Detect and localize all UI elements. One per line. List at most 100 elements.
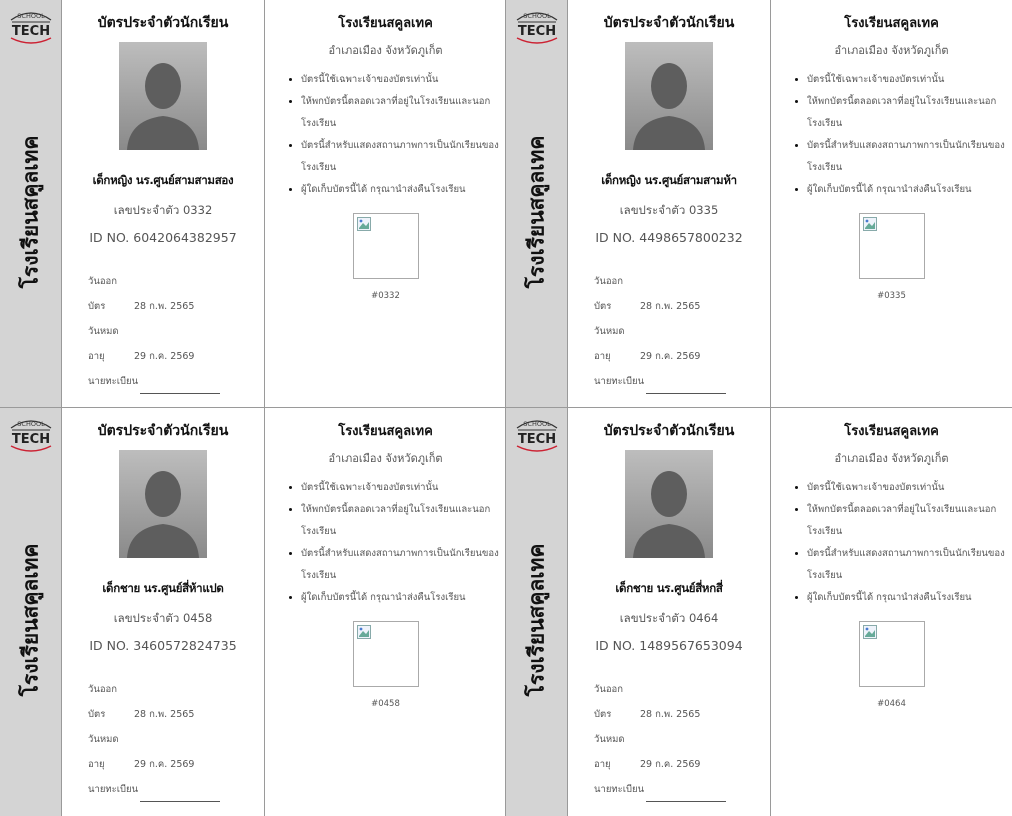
id-number: ID NO. 4498657800232 (595, 230, 743, 245)
card-back: โรงเรียนสคูลเทค อำเภอเมือง จังหวัดภูเก็ต… (771, 0, 1012, 408)
student-name: เด็กชาย นร.ศูนย์สี่หกสี่ (615, 581, 723, 595)
card-front: บัตรประจำตัวนักเรียน เด็กหญิง นร.ศูนย์สา… (568, 0, 771, 408)
broken-image-icon (356, 217, 371, 231)
rule-item: บัตรนี้สำหรับแสดงสถานภาพการเป็นนักเรียนข… (807, 543, 1012, 587)
rule-item: ให้พกบัตรนี้ตลอดเวลาที่อยู่ในโรงเรียนและ… (807, 91, 1012, 135)
qr-code-placeholder (352, 621, 419, 687)
svg-text:TECH: TECH (518, 432, 556, 447)
student-name: เด็กหญิง นร.ศูนย์สามสามห้า (601, 173, 737, 187)
card-code: #0464 (877, 699, 906, 709)
svg-text:TECH: TECH (12, 24, 50, 39)
school-location: อำเภอเมือง จังหวัดภูเก็ต (834, 44, 949, 57)
school-tech-logo: SCHOOL TECH (516, 420, 558, 452)
student-photo-placeholder (119, 42, 207, 150)
svg-text:SCHOOL: SCHOOL (17, 12, 45, 20)
rule-item: ให้พกบัตรนี้ตลอดเวลาที่อยู่ในโรงเรียนและ… (807, 499, 1012, 543)
signature-line (140, 393, 221, 394)
expiry-date: 29 ก.ค. 2569 (640, 759, 701, 770)
svg-text:TECH: TECH (518, 24, 556, 39)
svg-text:TECH: TECH (12, 432, 50, 447)
id-number: ID NO. 3460572824735 (89, 638, 237, 653)
vertical-school-name: โรงเรียนสคูลเทค (18, 135, 43, 289)
card-front: บัตรประจำตัวนักเรียน เด็กชาย นร.ศูนย์สี่… (568, 408, 771, 816)
signature-line (140, 801, 221, 802)
svg-text:SCHOOL: SCHOOL (17, 420, 45, 428)
student-name: เด็กชาย นร.ศูนย์สี่ห้าแปด (102, 581, 224, 595)
id-number: ID NO. 6042064382957 (89, 230, 237, 245)
card-divider-vertical (505, 0, 506, 816)
school-tech-logo: SCHOOL TECH (10, 420, 52, 452)
id-number: ID NO. 1489567653094 (595, 638, 743, 653)
card-rules: บัตรนี้ใช้เฉพาะเจ้าของบัตรเท่านั้น ให้พก… (285, 477, 506, 609)
card-side-strip: SCHOOL TECH โรงเรียนสคูลเทค (506, 0, 568, 408)
school-location: อำเภอเมือง จังหวัดภูเก็ต (328, 452, 443, 465)
issue-date-label: วันออกบัตร (594, 276, 623, 312)
card-title: บัตรประจำตัวนักเรียน (603, 423, 735, 439)
school-location: อำเภอเมือง จังหวัดภูเก็ต (328, 44, 443, 57)
expiry-date-label: วันหมดอายุ (594, 326, 625, 362)
card-number: เลขประจำตัว 0332 (113, 203, 213, 217)
expiry-date: 29 ก.ค. 2569 (134, 759, 195, 770)
card-side-strip: SCHOOL TECH โรงเรียนสคูลเทค (0, 408, 62, 816)
student-photo-placeholder (625, 42, 713, 150)
card-number: เลขประจำตัว 0464 (619, 611, 719, 625)
card-title: บัตรประจำตัวนักเรียน (97, 15, 229, 31)
student-photo-placeholder (119, 450, 207, 558)
signature-line (646, 393, 727, 394)
card-rules: บัตรนี้ใช้เฉพาะเจ้าของบัตรเท่านั้น ให้พก… (791, 477, 1012, 609)
student-card: SCHOOL TECH โรงเรียนสคูลเทค บัตรประจำตัว… (0, 0, 506, 408)
card-back: โรงเรียนสคูลเทค อำเภอเมือง จังหวัดภูเก็ต… (265, 408, 506, 816)
card-number: เลขประจำตัว 0335 (619, 203, 719, 217)
rule-item: บัตรนี้สำหรับแสดงสถานภาพการเป็นนักเรียนข… (807, 135, 1012, 179)
student-photo-placeholder (625, 450, 713, 558)
rule-item: ผู้ใดเก็บบัตรนี้ได้ กรุณานำส่งคืนโรงเรีย… (807, 179, 1012, 201)
card-code: #0332 (371, 291, 400, 301)
card-front: บัตรประจำตัวนักเรียน เด็กชาย นร.ศูนย์สี่… (62, 408, 265, 816)
signature-line (646, 801, 727, 802)
expiry-date-label: วันหมดอายุ (594, 734, 625, 770)
registrar-label: นายทะเบียน (88, 784, 139, 795)
school-name: โรงเรียนสคูลเทค (844, 424, 939, 439)
school-tech-logo: SCHOOL TECH (10, 12, 52, 44)
issue-date-label: วันออกบัตร (88, 276, 117, 312)
card-rules: บัตรนี้ใช้เฉพาะเจ้าของบัตรเท่านั้น ให้พก… (285, 69, 506, 201)
student-card: SCHOOL TECH โรงเรียนสคูลเทค บัตรประจำตัว… (506, 408, 1012, 816)
card-dates: วันออกบัตร 28 ก.พ. 2565 วันหมดอายุ 29 ก.ค.… (88, 677, 264, 802)
svg-text:SCHOOL: SCHOOL (523, 12, 551, 20)
card-title: บัตรประจำตัวนักเรียน (603, 15, 735, 31)
card-dates: วันออกบัตร 28 ก.พ. 2565 วันหมดอายุ 29 ก.ค.… (88, 269, 264, 394)
rule-item: บัตรนี้ใช้เฉพาะเจ้าของบัตรเท่านั้น (301, 69, 506, 91)
card-back: โรงเรียนสคูลเทค อำเภอเมือง จังหวัดภูเก็ต… (265, 0, 506, 408)
svg-text:SCHOOL: SCHOOL (523, 420, 551, 428)
expiry-date: 29 ก.ค. 2569 (640, 351, 701, 362)
broken-image-icon (862, 625, 877, 639)
school-name: โรงเรียนสคูลเทค (338, 16, 433, 31)
issue-date: 28 ก.พ. 2565 (640, 709, 701, 720)
card-rules: บัตรนี้ใช้เฉพาะเจ้าของบัตรเท่านั้น ให้พก… (791, 69, 1012, 201)
rule-item: ให้พกบัตรนี้ตลอดเวลาที่อยู่ในโรงเรียนและ… (301, 499, 506, 543)
issue-date-label: วันออกบัตร (594, 684, 623, 720)
registrar-label: นายทะเบียน (594, 784, 645, 795)
card-code: #0335 (877, 291, 906, 301)
vertical-school-name: โรงเรียนสคูลเทค (524, 135, 549, 289)
rule-item: ผู้ใดเก็บบัตรนี้ได้ กรุณานำส่งคืนโรงเรีย… (807, 587, 1012, 609)
student-name: เด็กหญิง นร.ศูนย์สามสามสอง (92, 173, 234, 187)
vertical-school-name: โรงเรียนสคูลเทค (18, 543, 43, 697)
rule-item: ผู้ใดเก็บบัตรนี้ได้ กรุณานำส่งคืนโรงเรีย… (301, 587, 506, 609)
registrar-label: นายทะเบียน (594, 376, 645, 387)
rule-item: บัตรนี้สำหรับแสดงสถานภาพการเป็นนักเรียนข… (301, 135, 506, 179)
registrar-label: นายทะเบียน (88, 376, 139, 387)
card-dates: วันออกบัตร 28 ก.พ. 2565 วันหมดอายุ 29 ก.ค.… (594, 269, 770, 394)
school-name: โรงเรียนสคูลเทค (338, 424, 433, 439)
issue-date: 28 ก.พ. 2565 (134, 709, 195, 720)
issue-date: 28 ก.พ. 2565 (640, 301, 701, 312)
school-tech-logo: SCHOOL TECH (516, 12, 558, 44)
card-dates: วันออกบัตร 28 ก.พ. 2565 วันหมดอายุ 29 ก.ค.… (594, 677, 770, 802)
qr-code-placeholder (858, 213, 925, 279)
rule-item: บัตรนี้ใช้เฉพาะเจ้าของบัตรเท่านั้น (807, 69, 1012, 91)
school-name: โรงเรียนสคูลเทค (844, 16, 939, 31)
card-title: บัตรประจำตัวนักเรียน (97, 423, 229, 439)
issue-date-label: วันออกบัตร (88, 684, 117, 720)
card-number: เลขประจำตัว 0458 (113, 611, 213, 625)
rule-item: ผู้ใดเก็บบัตรนี้ได้ กรุณานำส่งคืนโรงเรีย… (301, 179, 506, 201)
